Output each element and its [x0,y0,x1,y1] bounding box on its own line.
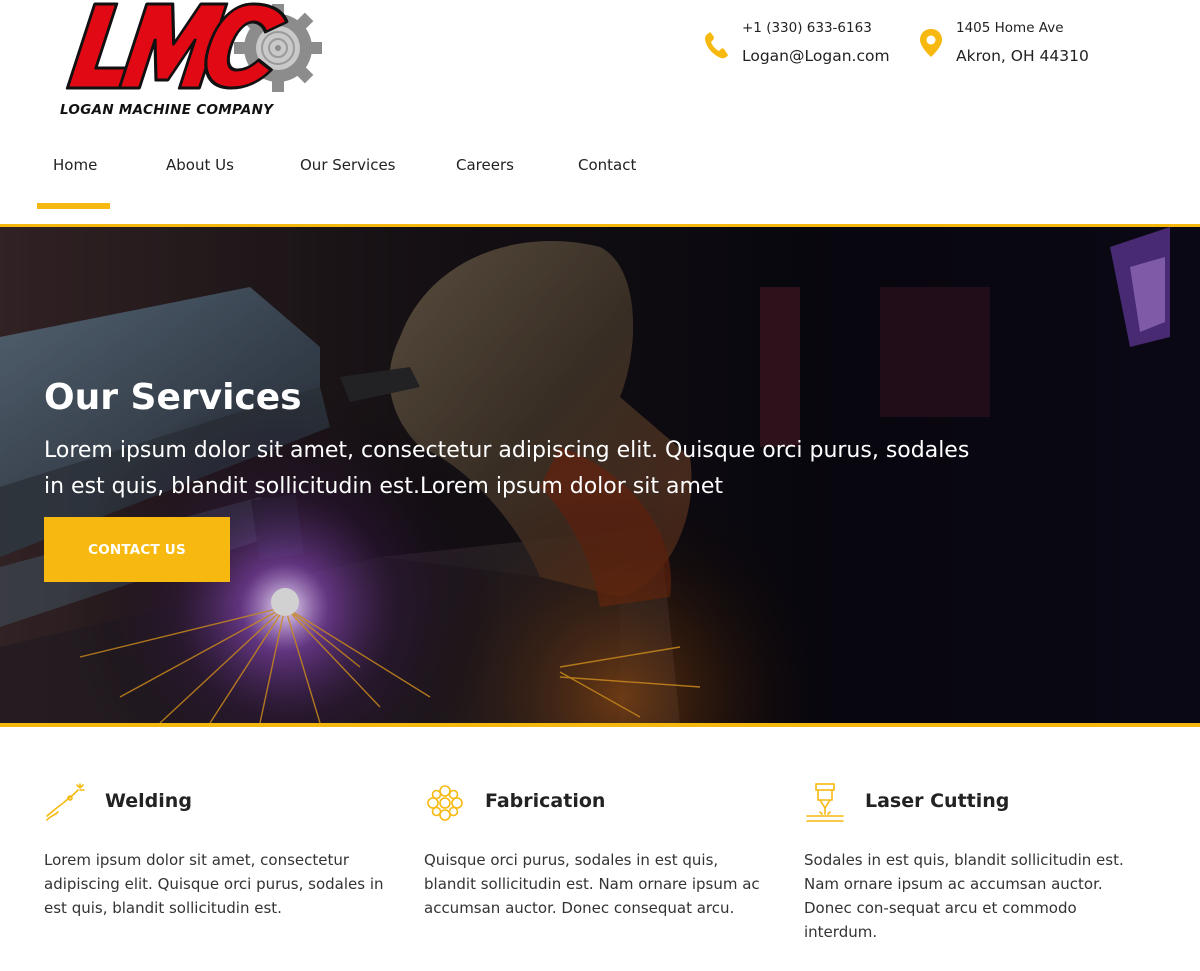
service-title: Fabrication [485,790,606,812]
nav-item-home[interactable]: Home [53,156,97,174]
nav-item-our-services[interactable]: Our Services [300,156,396,174]
phone-number[interactable]: +1 (330) 633-6163 [742,20,872,36]
map-pin-icon [920,29,942,57]
fabrication-gear-icon [427,785,463,821]
nav-item-about-us[interactable]: About Us [166,156,234,174]
company-logo[interactable]: LOGAN MACHINE COMPANY [56,0,328,122]
lmc-logo-mark [65,2,322,92]
contact-us-button[interactable]: CONTACT US [44,517,230,582]
hero-description: Lorem ipsum dolor sit amet, consectetur … [44,438,970,499]
site-header: LOGAN MACHINE COMPANY +1 (330) 633-6163 … [0,0,1200,226]
nav-item-careers[interactable]: Careers [456,156,514,174]
main-nav: Home About Us Our Services Careers Conta… [0,140,700,210]
services-section: Welding Lorem ipsum dolor sit amet, cons… [0,727,1200,971]
laser-cutting-icon [806,783,844,822]
service-description: Lorem ipsum dolor sit amet, consectetur … [44,851,384,917]
hero-title: Our Services [44,377,302,418]
welding-torch-icon [46,783,85,821]
service-description: Sodales in est quis, blandit sollicitudi… [804,851,1124,941]
service-title: Laser Cutting [865,790,1010,812]
address-city: Akron, OH 44310 [956,47,1089,65]
hero-banner: Our Services Lorem ipsum dolor sit amet,… [0,224,1200,727]
phone-email-block: +1 (330) 633-6163 Logan@Logan.com [704,18,904,74]
address-block: 1405 Home Ave Akron, OH 44310 [918,18,1118,74]
address-street: 1405 Home Ave [956,20,1064,36]
phone-icon [705,32,728,59]
email-address[interactable]: Logan@Logan.com [742,47,890,65]
company-name: LOGAN MACHINE COMPANY [60,102,274,118]
service-title: Welding [105,790,192,812]
active-nav-indicator [37,203,110,209]
nav-item-contact[interactable]: Contact [578,156,636,174]
service-description: Quisque orci purus, sodales in est quis,… [424,851,760,917]
